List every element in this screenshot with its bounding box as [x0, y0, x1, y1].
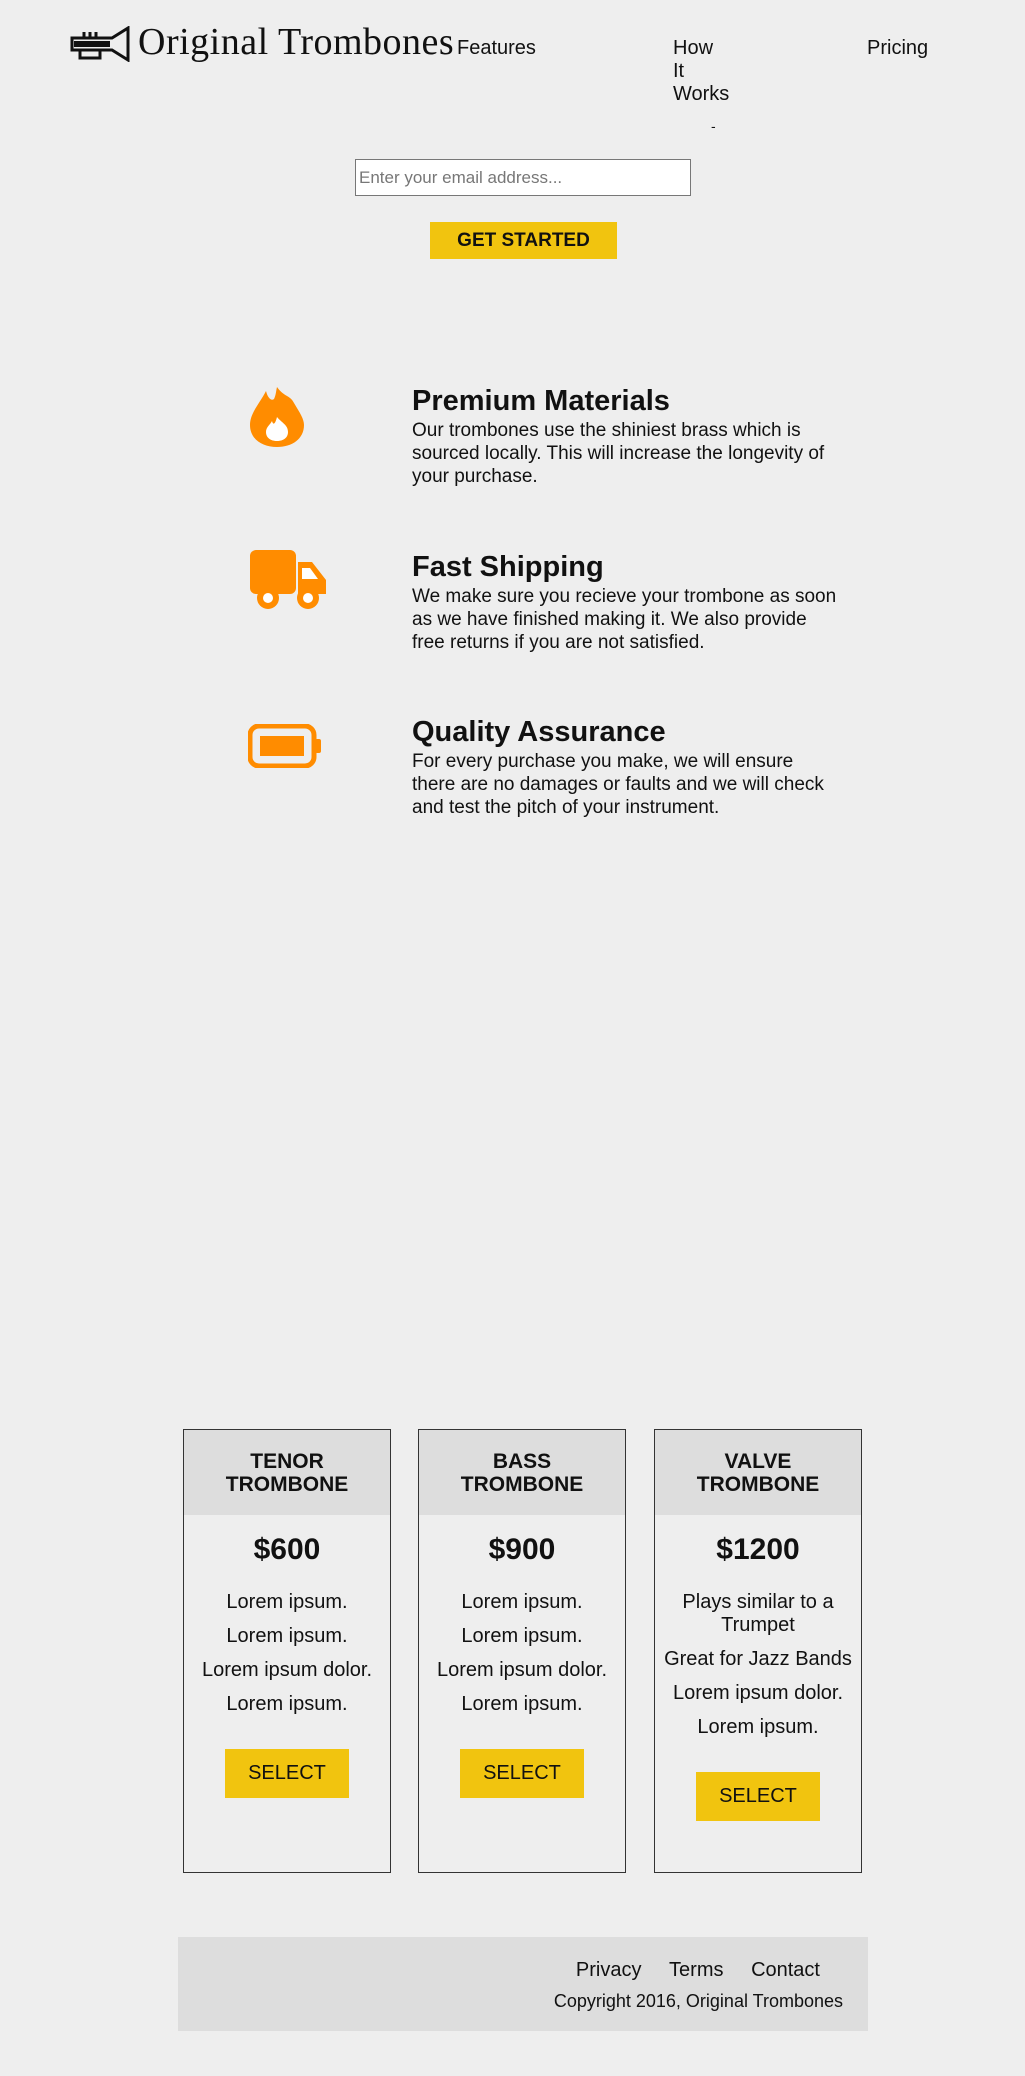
plan-feature: Lorem ipsum. — [461, 1591, 583, 1613]
plan-feature: Plays similar to a Trumpet — [682, 1591, 834, 1636]
trumpet-logo-icon — [70, 26, 130, 62]
nav-link-features[interactable]: Features — [457, 37, 536, 60]
footer-link-terms[interactable]: Terms — [669, 1959, 723, 1981]
footer-links: Privacy Terms Contact — [554, 1959, 820, 1982]
feature-description: We make sure you recieve your trombone a… — [412, 586, 837, 653]
site-footer: Privacy Terms Contact Copyright 2016, Or… — [178, 1937, 868, 2031]
feature-title: Premium Materials — [412, 385, 670, 417]
select-tenor-button[interactable]: Select — [225, 1749, 349, 1798]
nav-link-how-it-works[interactable]: How It Works — [673, 37, 733, 106]
plan-feature: Lorem ipsum. — [226, 1625, 348, 1647]
pricing-card-tenor: Tenor Trombone $600 Lorem ipsum. Lorem i… — [183, 1429, 391, 1873]
plan-feature: Lorem ipsum dolor. — [201, 1659, 373, 1681]
battery-icon — [248, 724, 321, 768]
fire-icon — [250, 387, 304, 447]
plan-price: $600 — [253, 1533, 321, 1566]
plan-feature-list: Plays similar to a Trumpet Great for Jaz… — [655, 1591, 861, 1739]
nav-marker: - — [711, 118, 716, 134]
feature-title: Quality Assurance — [412, 716, 666, 748]
feature-description: For every purchase you make, we will ens… — [412, 751, 824, 818]
get-started-button[interactable]: Get Started — [430, 222, 617, 259]
email-input[interactable] — [355, 159, 691, 196]
plan-feature-list: Lorem ipsum. Lorem ipsum. Lorem ipsum do… — [419, 1591, 625, 1716]
pricing-card-valve: Valve Trombone $1200 Plays similar to a … — [654, 1429, 862, 1873]
plan-feature: Lorem ipsum dolor. — [436, 1659, 608, 1681]
plan-name: Tenor Trombone — [184, 1430, 390, 1515]
plan-name: Bass Trombone — [419, 1430, 625, 1515]
footer-link-privacy[interactable]: Privacy — [576, 1959, 642, 1981]
plan-feature: Lorem ipsum. — [461, 1693, 583, 1715]
copyright-text: Copyright 2016, Original Trombones — [553, 1991, 843, 2011]
select-bass-button[interactable]: Select — [460, 1749, 584, 1798]
nav-link-pricing[interactable]: Pricing — [867, 37, 928, 60]
truck-icon — [250, 550, 326, 609]
footer-link-contact[interactable]: Contact — [751, 1959, 820, 1981]
plan-feature: Lorem ipsum dolor. — [672, 1682, 844, 1704]
brand-name: Original Trombones — [138, 21, 455, 63]
plan-feature: Lorem ipsum. — [697, 1716, 819, 1738]
plan-feature: Lorem ipsum. — [461, 1625, 583, 1647]
site-header: Original Trombones Features How It Works… — [0, 0, 1025, 150]
plan-price: $900 — [488, 1533, 556, 1566]
pricing-card-bass: Bass Trombone $900 Lorem ipsum. Lorem ip… — [418, 1429, 626, 1873]
feature-description: Our trombones use the shiniest brass whi… — [412, 420, 825, 487]
plan-feature-list: Lorem ipsum. Lorem ipsum. Lorem ipsum do… — [184, 1591, 390, 1716]
plan-feature: Great for Jazz Bands — [664, 1648, 852, 1670]
feature-title: Fast Shipping — [412, 551, 604, 583]
plan-feature: Lorem ipsum. — [226, 1591, 348, 1613]
plan-feature: Lorem ipsum. — [226, 1693, 348, 1715]
plan-name: Valve Trombone — [655, 1430, 861, 1515]
plan-price: $1200 — [716, 1533, 800, 1566]
select-valve-button[interactable]: Select — [696, 1772, 820, 1821]
